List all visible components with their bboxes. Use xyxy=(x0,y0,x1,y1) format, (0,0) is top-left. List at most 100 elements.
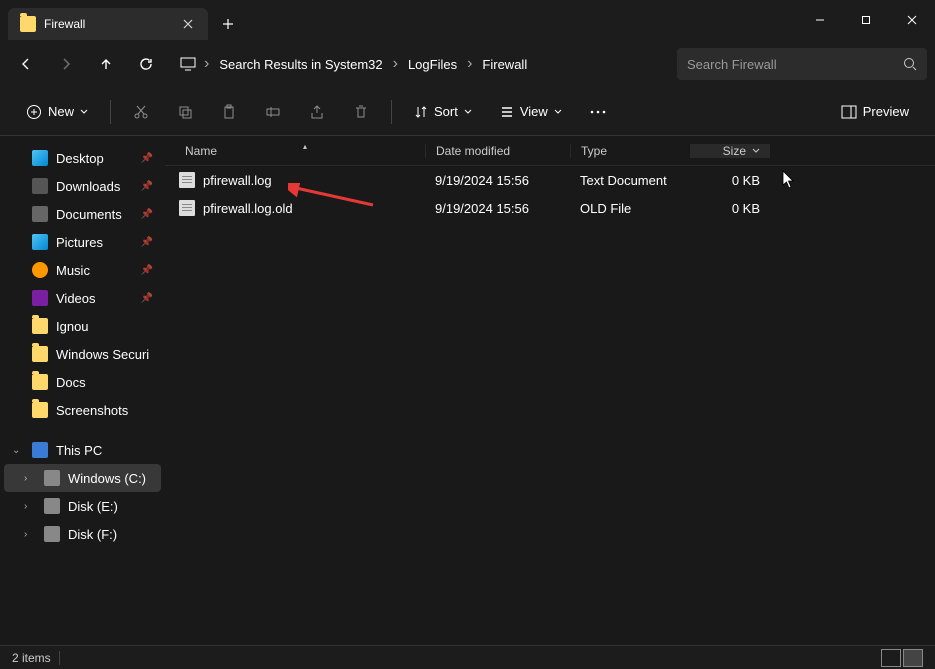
sidebar-item-drive[interactable]: › Disk (F:) xyxy=(4,520,161,548)
sidebar-label: Documents xyxy=(56,207,122,222)
pc-icon xyxy=(32,442,48,458)
up-button[interactable] xyxy=(88,46,124,82)
item-count: 2 items xyxy=(12,651,51,665)
chevron-right-icon: › xyxy=(24,473,36,484)
close-tab-button[interactable] xyxy=(180,16,196,32)
breadcrumb-bar[interactable]: › Search Results in System32 › LogFiles … xyxy=(168,48,673,80)
sort-button[interactable]: Sort xyxy=(404,96,482,128)
chevron-down-icon xyxy=(752,147,760,155)
new-label: New xyxy=(48,104,74,119)
file-list: Name ▴ Date modified Type Size pfirewall… xyxy=(165,136,935,645)
table-row[interactable]: pfirewall.log.old 9/19/2024 15:56OLD File… xyxy=(165,194,935,222)
folder-icon xyxy=(20,16,36,32)
share-button[interactable] xyxy=(299,96,335,128)
download-icon xyxy=(32,178,48,194)
sidebar-item-drive[interactable]: ›Windows (C:) xyxy=(4,464,161,492)
search-input[interactable] xyxy=(687,57,895,72)
sort-label: Sort xyxy=(434,104,458,119)
column-headers: Name ▴ Date modified Type Size xyxy=(165,136,935,166)
refresh-button[interactable] xyxy=(128,46,164,82)
docs-icon xyxy=(32,206,48,222)
video-icon xyxy=(32,290,48,306)
column-date[interactable]: Date modified xyxy=(425,144,570,158)
paste-button[interactable] xyxy=(211,96,247,128)
sidebar-item[interactable]: Documents📌 xyxy=(4,200,161,228)
sidebar-label: Videos xyxy=(56,291,96,306)
forward-button[interactable] xyxy=(48,46,84,82)
sidebar-item-drive[interactable]: › Disk (E:) xyxy=(4,492,161,520)
tab-firewall[interactable]: Firewall xyxy=(8,8,208,40)
file-size: 0 KB xyxy=(690,173,770,188)
thumbnails-view-button[interactable] xyxy=(903,649,923,667)
delete-button[interactable] xyxy=(343,96,379,128)
chevron-right-icon: › xyxy=(24,529,36,540)
sidebar-item[interactable]: Screenshots xyxy=(4,396,161,424)
file-name: pfirewall.log.old xyxy=(203,201,293,216)
pin-icon: 📌 xyxy=(141,265,153,276)
sidebar-item[interactable]: Music📌 xyxy=(4,256,161,284)
file-icon xyxy=(179,200,195,216)
search-box[interactable] xyxy=(677,48,927,80)
drive-icon xyxy=(44,470,60,486)
breadcrumb-item[interactable]: Firewall xyxy=(476,53,533,76)
column-type[interactable]: Type xyxy=(570,144,690,158)
sidebar-item[interactable]: Windows Securi xyxy=(4,340,161,368)
rename-button[interactable] xyxy=(255,96,291,128)
pin-icon: 📌 xyxy=(141,293,153,304)
table-row[interactable]: pfirewall.log9/19/2024 15:56Text Documen… xyxy=(165,166,935,194)
view-button[interactable]: View xyxy=(490,96,572,128)
folder-icon xyxy=(32,374,48,390)
sidebar-label: Screenshots xyxy=(56,403,128,418)
chevron-right-icon: › xyxy=(204,55,209,73)
breadcrumb-item[interactable]: LogFiles xyxy=(402,53,463,76)
folder-icon xyxy=(32,402,48,418)
sidebar-item[interactable]: Videos 📌 xyxy=(4,284,161,312)
sidebar-label: Disk (F:) xyxy=(68,527,117,542)
folder-icon xyxy=(32,318,48,334)
column-size[interactable]: Size xyxy=(690,144,770,158)
chevron-down-icon xyxy=(80,108,88,116)
preview-button[interactable]: Preview xyxy=(831,96,919,128)
sidebar-item[interactable]: Downloads📌 xyxy=(4,172,161,200)
drive-icon xyxy=(44,498,60,514)
file-type: OLD File xyxy=(570,201,690,216)
sidebar-label: Docs xyxy=(56,375,86,390)
sidebar-item[interactable]: Pictures📌 xyxy=(4,228,161,256)
chevron-right-icon: › xyxy=(24,501,36,512)
sidebar-label: Ignou xyxy=(56,319,89,334)
cut-button[interactable] xyxy=(123,96,159,128)
file-name: pfirewall.log xyxy=(203,173,272,188)
pics-icon xyxy=(32,234,48,250)
minimize-button[interactable] xyxy=(797,0,843,40)
back-button[interactable] xyxy=(8,46,44,82)
sort-indicator-icon: ▴ xyxy=(303,142,307,151)
pc-icon[interactable] xyxy=(176,46,200,82)
sidebar-item[interactable]: Ignou xyxy=(4,312,161,340)
new-tab-button[interactable] xyxy=(212,8,244,40)
toolbar: New Sort View Preview xyxy=(0,88,935,136)
sidebar-item[interactable]: Docs xyxy=(4,368,161,396)
chevron-down-icon: ⌄ xyxy=(12,445,24,456)
titlebar: Firewall xyxy=(0,0,935,40)
maximize-button[interactable] xyxy=(843,0,889,40)
details-view-button[interactable] xyxy=(881,649,901,667)
sidebar-item[interactable]: Desktop📌 xyxy=(4,144,161,172)
new-button[interactable]: New xyxy=(16,96,98,128)
sidebar-item-thispc[interactable]: ⌄ This PC xyxy=(4,436,161,464)
breadcrumb-item[interactable]: Search Results in System32 xyxy=(213,53,388,76)
file-type: Text Document xyxy=(570,173,690,188)
search-icon xyxy=(903,57,917,71)
chevron-down-icon xyxy=(464,108,472,116)
more-button[interactable] xyxy=(580,96,616,128)
close-window-button[interactable] xyxy=(889,0,935,40)
pin-icon: 📌 xyxy=(141,181,153,192)
sidebar-label: Disk (E:) xyxy=(68,499,118,514)
desktop-icon xyxy=(32,150,48,166)
sidebar-label: Windows Securi xyxy=(56,347,149,362)
music-icon xyxy=(32,262,48,278)
column-name[interactable]: Name ▴ xyxy=(165,144,425,158)
sidebar: Desktop📌Downloads📌Documents📌Pictures📌Mus… xyxy=(0,136,165,645)
address-bar: › Search Results in System32 › LogFiles … xyxy=(0,40,935,88)
file-date: 9/19/2024 15:56 xyxy=(425,201,570,216)
copy-button[interactable] xyxy=(167,96,203,128)
